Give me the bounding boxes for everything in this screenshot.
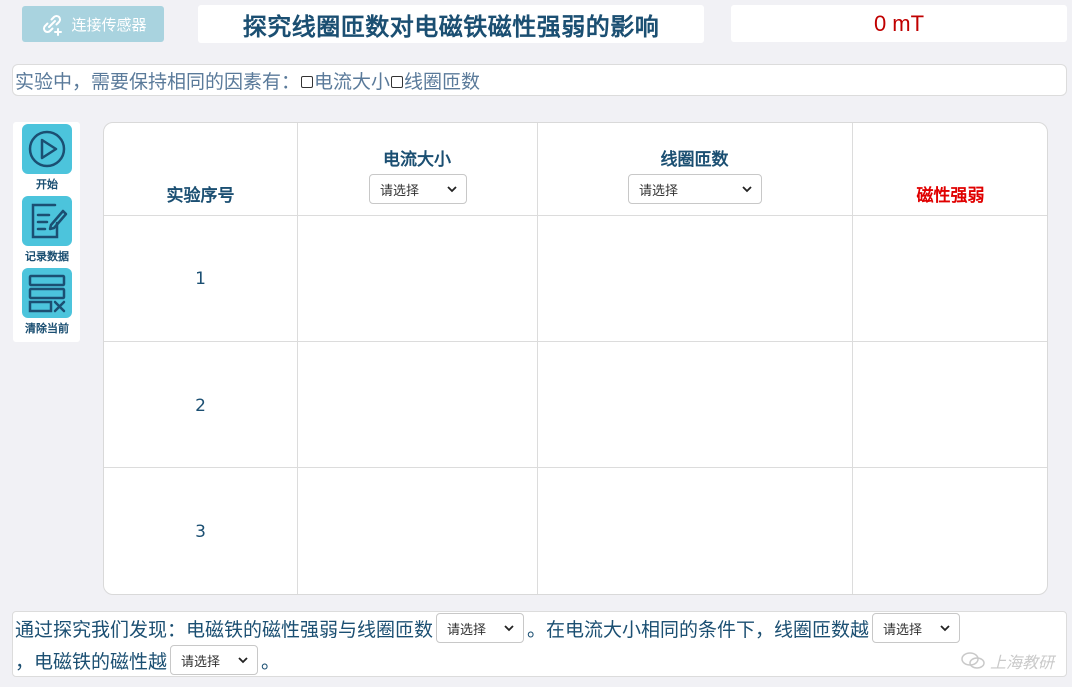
relation-select-value: 请选择 xyxy=(447,622,487,638)
turns-trend-select[interactable]: 请选择 xyxy=(872,613,961,643)
header-seq: 实验序号 xyxy=(166,186,235,206)
turns-select[interactable]: 请选择 xyxy=(628,174,762,204)
turns-trend-select-value: 请选择 xyxy=(883,622,923,638)
table-divider xyxy=(537,123,538,594)
factor-option-turns[interactable]: 线圈匝数 xyxy=(390,67,480,94)
strength-trend-select[interactable]: 请选择 xyxy=(170,645,259,675)
constant-factors-bar: 实验中，需要保持相同的因素有： 电流大小 线圈匝数 xyxy=(12,64,1067,96)
edit-document-icon xyxy=(22,196,72,246)
factor-option-turns-label: 线圈匝数 xyxy=(404,70,481,93)
row-number: 1 xyxy=(195,269,206,289)
clear-current-button[interactable]: 清除当前 xyxy=(21,268,73,336)
clear-current-label: 清除当前 xyxy=(25,322,69,335)
chevron-down-icon xyxy=(447,186,457,193)
record-data-label: 记录数据 xyxy=(25,250,69,263)
table-divider xyxy=(104,215,1047,216)
header-current: 电流大小 xyxy=(383,150,451,170)
conclusion-text-1: 通过探究我们发现：电磁铁的磁性强弱与线圈匝数 xyxy=(15,618,434,641)
header-turns: 线圈匝数 xyxy=(660,150,729,170)
factor-option-current-label: 电流大小 xyxy=(314,70,391,93)
conclusion-text-4: 。 xyxy=(261,650,281,673)
current-select-value: 请选择 xyxy=(380,183,420,199)
link-add-icon xyxy=(43,14,63,36)
start-label: 开始 xyxy=(36,178,58,191)
header-strength: 磁性强弱 xyxy=(916,186,985,206)
clear-table-icon xyxy=(22,268,72,318)
wechat-icon xyxy=(961,652,985,669)
row-number: 3 xyxy=(195,522,206,542)
conclusion-line-2: ，电磁铁的磁性越 请选择 。 xyxy=(15,644,280,676)
checkbox-turns[interactable] xyxy=(391,76,404,88)
table-divider xyxy=(104,341,1047,342)
relation-select[interactable]: 请选择 xyxy=(436,613,525,643)
start-button[interactable]: 开始 xyxy=(21,124,73,192)
table-divider xyxy=(104,467,1047,468)
factors-prefix: 实验中，需要保持相同的因素有： xyxy=(15,70,301,93)
row-number: 2 xyxy=(195,396,206,416)
action-toolbar: 开始 记录数据 清除当前 xyxy=(13,122,80,342)
connect-sensor-button[interactable]: 连接传感器 xyxy=(22,6,164,42)
factor-option-current[interactable]: 电流大小 xyxy=(300,67,390,94)
connect-sensor-label: 连接传感器 xyxy=(71,15,147,34)
strength-trend-select-value: 请选择 xyxy=(181,654,221,670)
data-table: 实验序号 电流大小 请选择 线圈匝数 请选择 磁性强弱 1 2 3 xyxy=(103,122,1048,595)
table-divider xyxy=(297,123,298,594)
sensor-reading: 0 mT xyxy=(731,5,1067,42)
turns-select-value: 请选择 xyxy=(639,183,679,199)
conclusion-text-2: 。在电流大小相同的条件下，线圈匝数越 xyxy=(527,618,870,641)
current-select[interactable]: 请选择 xyxy=(369,174,467,204)
watermark: 上海教研 xyxy=(960,649,1054,673)
chevron-down-icon xyxy=(742,186,752,193)
checkbox-current[interactable] xyxy=(301,76,314,88)
chevron-down-icon xyxy=(940,625,950,632)
conclusion-panel: 通过探究我们发现：电磁铁的磁性强弱与线圈匝数 请选择 。在电流大小相同的条件下，… xyxy=(12,611,1067,677)
conclusion-text-3: ，电磁铁的磁性越 xyxy=(15,650,168,673)
watermark-text: 上海教研 xyxy=(989,653,1054,672)
conclusion-line-1: 通过探究我们发现：电磁铁的磁性强弱与线圈匝数 请选择 。在电流大小相同的条件下，… xyxy=(15,612,963,644)
page-title: 探究线圈匝数对电磁铁磁性强弱的影响 xyxy=(198,5,704,43)
record-data-button[interactable]: 记录数据 xyxy=(21,196,73,264)
play-icon xyxy=(22,124,72,174)
chevron-down-icon xyxy=(238,657,248,664)
chevron-down-icon xyxy=(504,625,514,632)
